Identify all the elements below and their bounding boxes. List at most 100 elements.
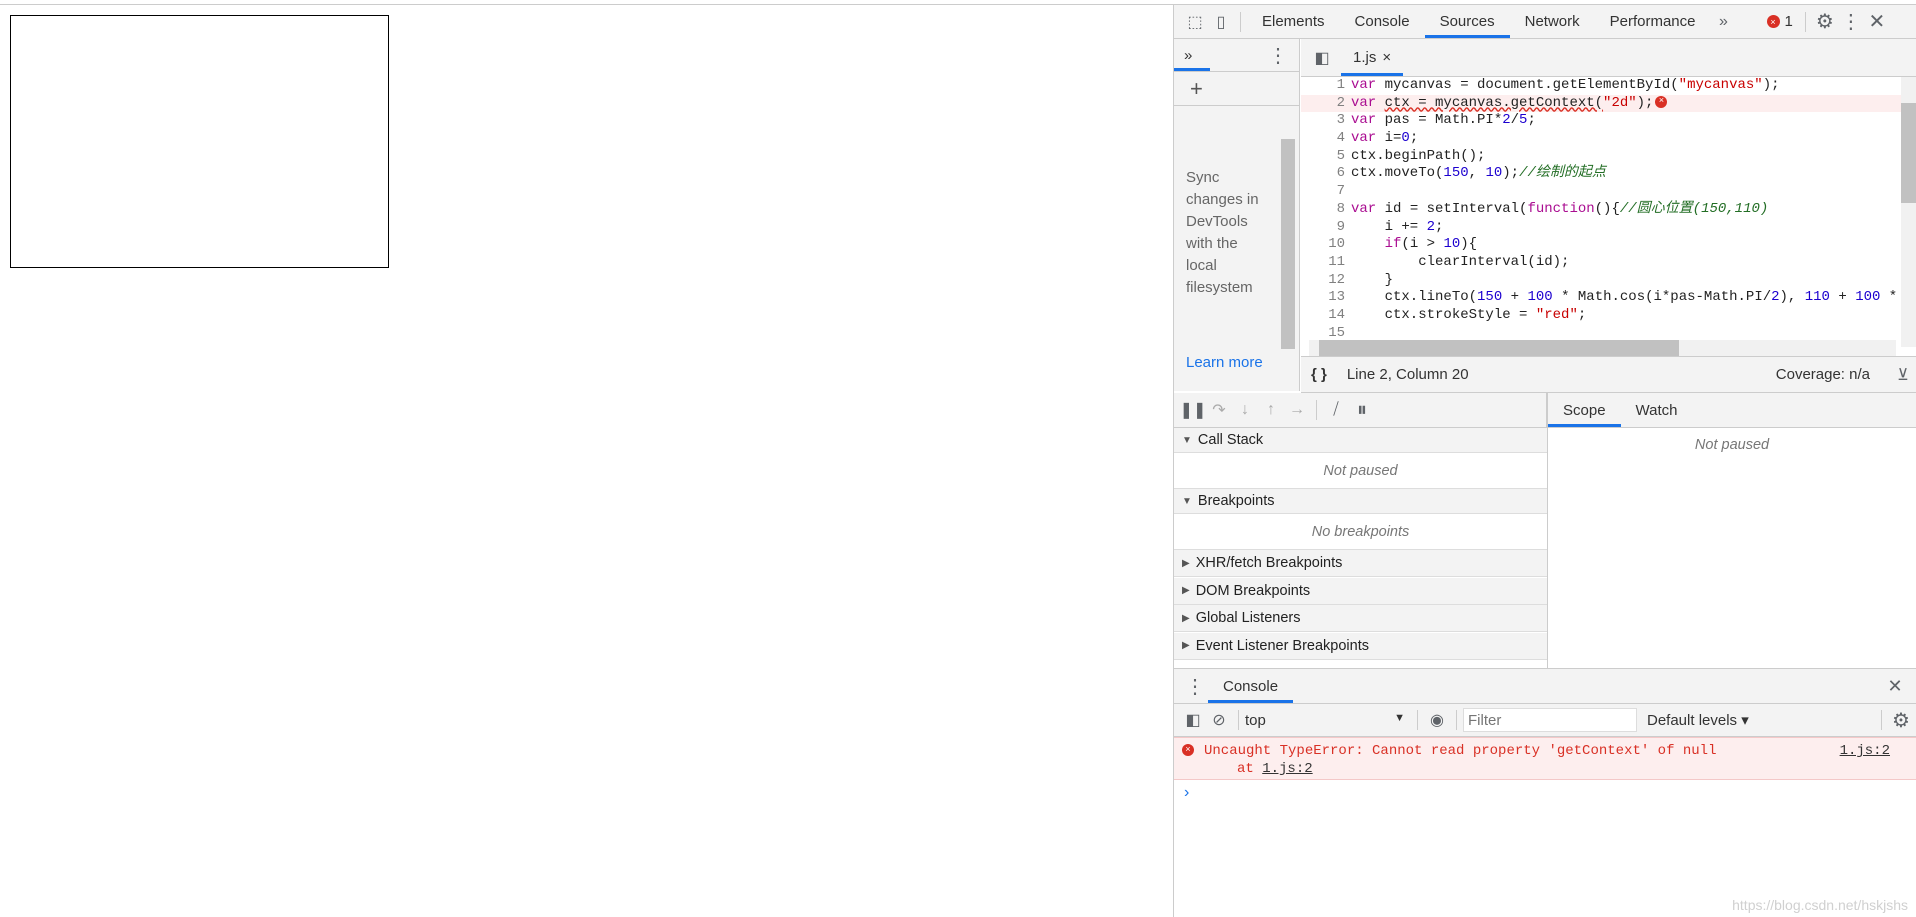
- tab-scope[interactable]: Scope: [1548, 393, 1621, 427]
- line-number[interactable]: 13: [1301, 289, 1351, 307]
- sync-text-line: Sync: [1186, 169, 1220, 186]
- editor-vertical-scrollbar[interactable]: [1901, 77, 1916, 347]
- line-number[interactable]: 2: [1301, 95, 1351, 113]
- code-token: ){: [1460, 236, 1478, 253]
- code-token: /: [1510, 112, 1520, 129]
- learn-more-link[interactable]: Learn more: [1186, 354, 1263, 371]
- tab-elements[interactable]: Elements: [1247, 5, 1340, 38]
- line-text: var id = setInterval(function(){//圆心位置(1…: [1351, 201, 1768, 219]
- inspect-element-icon[interactable]: ⬚: [1182, 9, 1208, 35]
- close-drawer-icon[interactable]: ✕: [1882, 673, 1908, 699]
- tab-watch[interactable]: Watch: [1621, 393, 1693, 427]
- editor-status-bar: { } Line 2, Column 20 Coverage: n/a ⊻: [1301, 356, 1916, 393]
- context-selector[interactable]: top ▼: [1245, 712, 1405, 729]
- code-line: 14 ctx.strokeStyle = "red";: [1301, 307, 1916, 325]
- code-line: 7: [1301, 183, 1916, 201]
- code-line: 6 ctx.moveTo(150, 10);//绘制的起点: [1301, 165, 1916, 183]
- tab-console[interactable]: Console: [1208, 669, 1294, 703]
- triangle-right-icon: ▶: [1182, 557, 1190, 569]
- kebab-menu-icon[interactable]: ⋮: [1182, 673, 1208, 699]
- triangle-down-icon: ▼: [1182, 495, 1192, 507]
- gear-icon[interactable]: ⚙: [1812, 9, 1838, 35]
- close-icon[interactable]: ✕: [1864, 9, 1890, 35]
- code-token: ctx.lineTo(: [1351, 289, 1478, 306]
- line-number[interactable]: 3: [1301, 112, 1351, 130]
- code-token: ctx.moveTo(: [1351, 165, 1444, 182]
- code-token: }: [1351, 271, 1394, 288]
- code-token: 10: [1443, 236, 1461, 253]
- stack-link[interactable]: 1.js:2: [1262, 761, 1312, 777]
- devtools-panel: ⬚ ▯ Elements Console Sources Network Perform…: [1173, 5, 1916, 917]
- code-token: ctx.strokeStyle =: [1351, 306, 1536, 323]
- devtools-main-toolbar: ⬚ ▯ Elements Console Sources Network Perform…: [1174, 5, 1916, 39]
- line-number[interactable]: 6: [1301, 165, 1351, 183]
- step-out-icon[interactable]: ↑: [1258, 397, 1284, 423]
- error-marker-icon[interactable]: ×: [1655, 95, 1668, 108]
- error-source-link[interactable]: 1.js:2: [1840, 743, 1890, 759]
- stack-at: at: [1237, 761, 1263, 777]
- step-into-icon[interactable]: ↓: [1232, 397, 1258, 423]
- line-number[interactable]: 10: [1301, 236, 1351, 254]
- navigator-scrollbar[interactable]: [1281, 139, 1295, 349]
- tab-network[interactable]: Network: [1510, 5, 1595, 38]
- add-folder-button[interactable]: +: [1174, 72, 1299, 106]
- step-over-icon[interactable]: ↷: [1206, 397, 1232, 423]
- tab-performance[interactable]: Performance: [1595, 5, 1711, 38]
- clear-console-icon[interactable]: ⊘: [1206, 707, 1232, 733]
- pause-icon[interactable]: ❚❚: [1180, 397, 1207, 423]
- code-token: (i >: [1401, 236, 1444, 253]
- section-global-listeners[interactable]: ▶ Global Listeners: [1174, 605, 1547, 632]
- code-token: +: [1502, 289, 1528, 306]
- triangle-down-icon: ▼: [1182, 434, 1192, 446]
- divider: [1240, 11, 1241, 32]
- section-event-listener-breakpoints[interactable]: ▶ Event Listener Breakpoints: [1174, 632, 1547, 660]
- divider: [1804, 11, 1806, 32]
- code-token: var: [1351, 77, 1385, 93]
- more-tabs-icon[interactable]: »: [1711, 9, 1737, 35]
- section-breakpoints[interactable]: ▼ Breakpoints: [1174, 489, 1547, 514]
- console-toolbar: ◧ ⊘ top ▼ ◉ Default levels ▾ ⚙: [1174, 704, 1916, 737]
- pause-on-exceptions-icon[interactable]: ⏸: [1349, 397, 1375, 423]
- line-number[interactable]: 11: [1301, 254, 1351, 272]
- section-call-stack[interactable]: ▼ Call Stack: [1174, 428, 1547, 453]
- kebab-menu-icon[interactable]: ⋮: [1265, 42, 1291, 68]
- tab-sources[interactable]: Sources: [1424, 5, 1510, 38]
- console-prompt[interactable]: ›: [1184, 784, 1884, 802]
- error-icon: ×: [1182, 744, 1194, 756]
- line-number[interactable]: 1: [1301, 77, 1351, 95]
- pretty-print-icon[interactable]: { }: [1311, 366, 1327, 383]
- navigator-more-tab[interactable]: »: [1174, 39, 1210, 71]
- file-tab-1js[interactable]: 1.js ×: [1341, 39, 1404, 76]
- section-xhr-fetch-breakpoints[interactable]: ▶ XHR/fetch Breakpoints: [1174, 550, 1547, 577]
- line-number[interactable]: 8: [1301, 201, 1351, 219]
- console-settings-icon[interactable]: ⚙: [1888, 707, 1914, 733]
- kebab-menu-icon[interactable]: ⋮: [1838, 9, 1864, 35]
- device-toolbar-icon[interactable]: ▯: [1208, 9, 1234, 35]
- deactivate-breakpoints-icon[interactable]: ⧸: [1323, 397, 1349, 423]
- close-tab-icon[interactable]: ×: [1382, 49, 1391, 66]
- line-number[interactable]: 4: [1301, 130, 1351, 148]
- section-title: XHR/fetch Breakpoints: [1195, 555, 1343, 571]
- log-levels-dropdown[interactable]: Default levels ▾: [1647, 711, 1749, 729]
- line-number[interactable]: 5: [1301, 148, 1351, 166]
- console-error-message: × Uncaught TypeError: Cannot read proper…: [1174, 737, 1916, 780]
- console-filter-input[interactable]: [1463, 708, 1637, 732]
- eye-icon[interactable]: ◉: [1424, 707, 1450, 733]
- code-editor[interactable]: 1 var mycanvas = document.getElementById(…: [1301, 77, 1916, 361]
- sync-message: Sync changes in DevTools with the local files…: [1186, 167, 1259, 299]
- code-line: 5 ctx.beginPath();: [1301, 148, 1916, 166]
- toggle-navigator-icon[interactable]: ◧: [1309, 45, 1335, 71]
- line-number[interactable]: 9: [1301, 219, 1351, 237]
- line-number[interactable]: 14: [1301, 307, 1351, 325]
- line-number[interactable]: 7: [1301, 183, 1351, 201]
- show-sidebar-icon[interactable]: ◧: [1180, 707, 1206, 733]
- editor-horizontal-scrollbar[interactable]: [1309, 340, 1896, 356]
- error-count-badge[interactable]: × 1: [1766, 13, 1793, 30]
- drawer-toggle-icon[interactable]: ⊻: [1890, 362, 1916, 388]
- section-dom-breakpoints[interactable]: ▶ DOM Breakpoints: [1174, 577, 1547, 605]
- code-token: 10: [1485, 165, 1503, 182]
- line-number[interactable]: 12: [1301, 272, 1351, 290]
- divider: [1881, 710, 1882, 730]
- step-icon[interactable]: →: [1284, 397, 1310, 423]
- tab-console[interactable]: Console: [1340, 5, 1425, 38]
